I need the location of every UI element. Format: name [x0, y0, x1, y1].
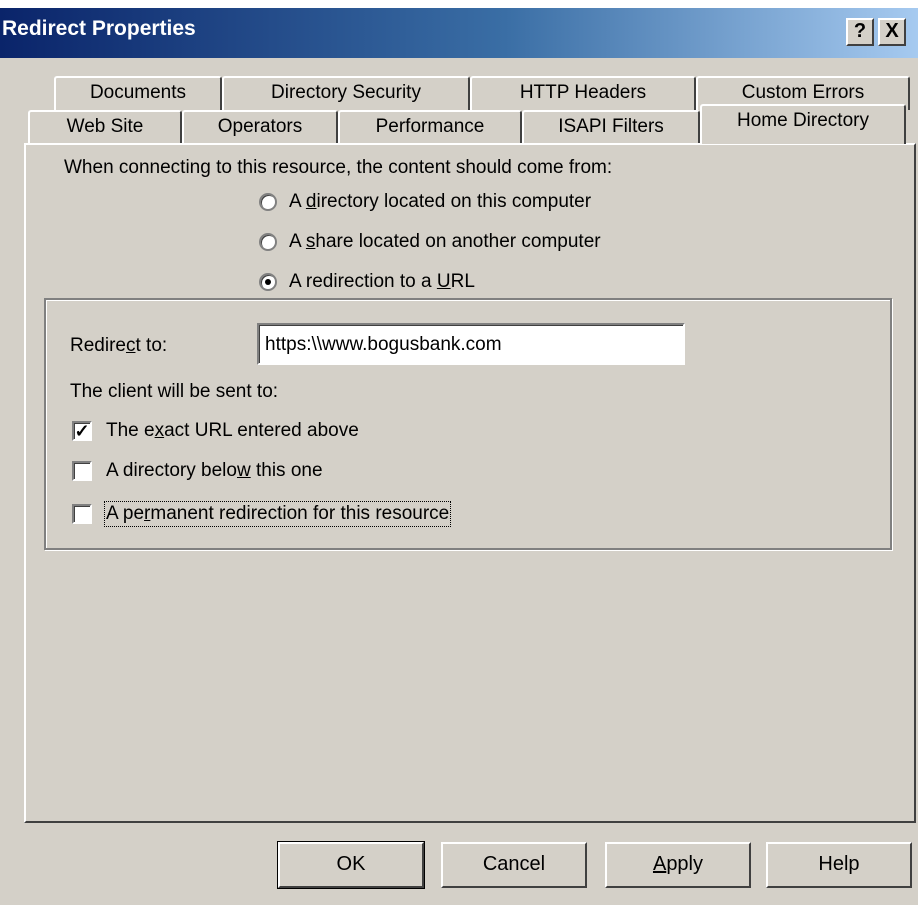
redirect-to-label: Redirect to: [70, 335, 168, 356]
tab-home-directory[interactable]: Home Directory [700, 104, 906, 144]
tab-web-site[interactable]: Web Site [28, 110, 182, 144]
window-title: Redirect Properties [2, 17, 196, 40]
ok-button[interactable]: OK [277, 841, 425, 889]
tab-performance[interactable]: Performance [338, 110, 522, 144]
checkbox-exact-url[interactable]: ✓ [72, 421, 92, 441]
client-destination-label: The client will be sent to: [70, 381, 279, 402]
cancel-button[interactable]: Cancel [441, 842, 587, 888]
radio-network-share-label[interactable]: A share located on another computer [289, 231, 601, 253]
tab-http-headers[interactable]: HTTP Headers [470, 76, 696, 110]
checkbox-permanent-redirection[interactable] [72, 504, 92, 524]
close-button[interactable]: X [878, 18, 906, 46]
checkbox-exact-url-label[interactable]: The exact URL entered above [106, 420, 359, 442]
title-bar[interactable]: Redirect Properties ? X [0, 8, 918, 58]
radio-local-directory-label[interactable]: A directory located on this computer [289, 191, 591, 213]
tab-operators[interactable]: Operators [182, 110, 338, 144]
radio-url-redirection-label[interactable]: A redirection to a URL [289, 271, 475, 293]
tab-directory-security[interactable]: Directory Security [222, 76, 470, 110]
radio-local-directory[interactable] [259, 193, 277, 211]
checkmark-icon: ✓ [74, 421, 90, 441]
tab-isapi-filters[interactable]: ISAPI Filters [522, 110, 700, 144]
help-dialog-button[interactable]: Help [766, 842, 912, 888]
tab-documents[interactable]: Documents [54, 76, 222, 110]
radio-selected-dot [265, 279, 271, 285]
radio-url-redirection[interactable] [259, 273, 277, 291]
checkbox-directory-below[interactable] [72, 461, 92, 481]
apply-button[interactable]: Apply [605, 842, 751, 888]
checkbox-directory-below-label[interactable]: A directory below this one [106, 460, 323, 482]
help-button[interactable]: ? [846, 18, 874, 46]
checkbox-permanent-redirection-label[interactable]: A permanent redirection for this resourc… [103, 501, 452, 527]
redirect-url-input[interactable]: https:\\www.bogusbank.com [257, 323, 685, 365]
radio-network-share[interactable] [259, 233, 277, 251]
content-source-prompt: When connecting to this resource, the co… [64, 157, 613, 178]
